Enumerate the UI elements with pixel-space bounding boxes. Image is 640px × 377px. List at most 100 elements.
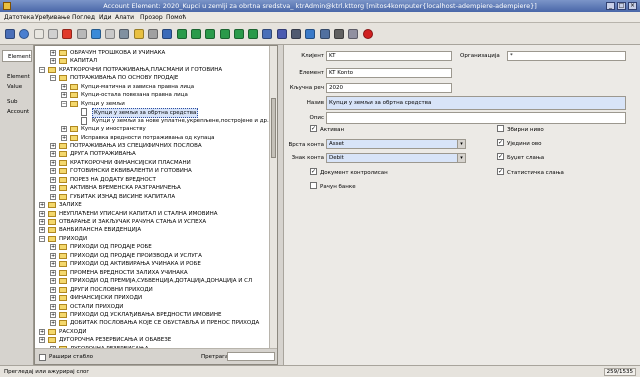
new-record-icon[interactable] [33,29,44,39]
org-field[interactable]: * [507,51,626,61]
tree-node[interactable]: − Купци у земљи [35,100,270,108]
expand-icon[interactable]: + [50,176,56,183]
tree-node[interactable]: + АКТИВНА ВРЕМЕНСКА РАЗГРАНИЧЕЊА [35,184,270,192]
tab-sub-account[interactable]: Sub Account [2,97,32,115]
save-icon[interactable] [76,29,87,39]
tree-node[interactable]: + ОБРАЧУН ТРОШКОВА И УЧИНАКА [35,49,270,57]
tree-node[interactable]: − КРАТКОРОЧНИ ПОТРАЖИВАЊА,ПЛАСМАНИ И ГОТО… [35,66,270,74]
tree-node[interactable]: + ВАНБИЛАНСНА ЕВИДЕНЦИЈА [35,226,270,234]
tree-node[interactable]: + РАСХОДИ [35,328,270,336]
expand-icon[interactable]: + [50,278,56,285]
undo-icon[interactable] [5,29,15,39]
tree-node[interactable]: + Купци-матична и зависна правна лица [35,83,270,91]
search-key-field[interactable]: 2020 [326,83,452,93]
tree-scrollbar-thumb[interactable] [271,98,276,158]
expand-icon[interactable]: + [50,168,56,175]
tree-node[interactable]: + НЕУПЛАЋЕНИ УПИСАНИ КАПИТАЛ И СТАЛНА ИМО… [35,210,270,218]
client-field[interactable]: KT [326,51,452,61]
active-workflows-icon[interactable] [319,29,330,39]
tree-node[interactable]: + ДОБИТАК ПОСЛОВАЊА КОЈЕ СЕ ОБУСТАВЉА И П… [35,319,270,327]
archive-icon[interactable] [276,29,287,39]
tree-node[interactable]: Купци у земљи за нове уплатне,укрепљене,… [35,116,270,125]
expand-icon[interactable]: + [61,126,67,133]
tree-node[interactable]: + ДРУГА ПОТРАЖИВАЊА [35,150,270,158]
menu-file[interactable]: Датотека [4,14,34,21]
name-field[interactable]: Купци у земљи за обртна средства [326,96,626,110]
detail-record-icon[interactable] [190,29,201,39]
next-record-icon[interactable] [233,29,244,39]
menu-tools[interactable]: Алати [115,14,134,21]
expand-icon[interactable]: + [39,202,45,209]
history-icon[interactable] [148,29,158,39]
tree-node[interactable]: + ПРИХОДИ ОД ПРЕМИЈА,СУБВЕНЦИЈА,ДОТАЦИЈА,… [35,277,270,285]
product-info-icon[interactable] [348,29,359,39]
expand-icon[interactable]: + [50,185,56,192]
tree-node[interactable]: + ГОТОВИНСКИ ЕКВИВАЛЕНТИ И ГОТОВИНА [35,167,270,175]
find-icon[interactable] [105,29,116,39]
expand-icon[interactable]: + [50,142,56,149]
tree-node[interactable]: Купци у земљи за обртна средства [35,108,270,119]
refresh-icon[interactable] [90,29,101,39]
natural-account-checkbox[interactable]: ✓ [497,139,504,146]
zoom-across-icon[interactable] [305,29,316,39]
menu-edit[interactable]: Уређивање [35,14,70,21]
requests-icon[interactable] [333,29,344,39]
print-icon[interactable] [291,29,301,39]
expand-icon[interactable]: + [50,244,56,251]
tree-node[interactable]: + ЗАЛИХЕ [35,201,270,209]
tree-node[interactable]: + Купци у иностранству [35,125,270,133]
tree-node[interactable]: + Исправка вредности потраживања од купац… [35,134,270,142]
expand-tree-checkbox[interactable] [39,354,46,361]
close-window-icon[interactable] [362,29,373,39]
home-icon[interactable] [162,29,173,39]
element-field[interactable]: KT Konto [326,68,452,78]
tree-node[interactable]: + Купци-остала повезана правна лица [35,91,270,99]
expand-icon[interactable]: + [39,227,45,234]
expand-icon[interactable]: + [50,261,56,268]
summary-checkbox[interactable] [497,125,504,132]
expand-icon[interactable]: + [50,252,56,259]
expand-icon[interactable]: + [50,151,56,158]
record-counter[interactable]: 259/1535 [603,368,636,376]
tree-node[interactable]: + ОСТАЛИ ПРИХОДИ [35,303,270,311]
expand-icon[interactable]: + [39,328,45,335]
bank-account-checkbox[interactable] [310,182,317,189]
expand-icon[interactable]: + [50,193,56,200]
expand-icon[interactable]: + [61,83,67,90]
expand-icon[interactable]: + [61,92,67,99]
expand-icon[interactable]: + [39,219,45,225]
collapse-icon[interactable]: − [61,100,67,107]
collapse-icon[interactable]: − [39,66,45,73]
doc-controlled-checkbox[interactable]: ✓ [310,168,317,175]
menu-view[interactable]: Поглед [72,14,95,21]
tab-element[interactable]: Element [2,50,32,62]
tree-node[interactable]: + ПОТРАЖИВАЊА ИЗ СПЕЦИФИЧНИХ ПОСЛОВА [35,142,270,150]
delete-icon[interactable] [62,29,73,39]
tree-scrollbar[interactable] [269,46,277,348]
tree-node[interactable]: + ПРИХОДИ ОД УСКЛАЂИВАЊА ВРЕДНОСТИ ИМОВИН… [35,311,270,319]
budget-checkbox[interactable]: ✓ [497,153,504,160]
expand-icon[interactable]: + [50,159,56,166]
tree-node[interactable]: + ПОРЕЗ НА ДОДАТУ ВРЕДНОСТ [35,176,270,184]
expand-icon[interactable]: + [50,311,56,318]
maximize-button[interactable]: □ [617,2,626,10]
expand-icon[interactable]: + [50,269,56,276]
window-titlebar[interactable]: Account Element: 2020_Kupci u zemlji za … [0,0,640,12]
tree-node[interactable]: + ПРИХОДИ ОД ПРОДАЈЕ ПРОИЗВОДА И УСЛУГА [35,252,270,260]
close-window-button[interactable]: × [628,2,637,10]
previous-record-icon[interactable] [219,29,230,39]
menu-help[interactable]: Помоћ [166,14,186,21]
expand-icon[interactable]: + [50,320,56,327]
expand-icon[interactable]: + [50,303,56,310]
description-field[interactable] [326,112,626,124]
menu-go[interactable]: Иди [99,14,112,21]
report-icon[interactable] [262,29,273,39]
parent-record-icon[interactable] [176,29,187,39]
collapse-icon[interactable]: − [50,75,56,82]
tree-node[interactable]: + ФИНАНСИЈСКИ ПРИХОДИ [35,294,270,302]
copy-record-icon[interactable] [47,29,58,39]
tree-node[interactable]: + ПРИХОДИ ОД АКТИВИРАЊА УЧИНАКА И РОБЕ [35,260,270,268]
tree-node[interactable]: + КАПИТАЛ [35,57,270,65]
last-record-icon[interactable] [248,29,259,39]
expand-icon[interactable]: + [39,337,45,344]
